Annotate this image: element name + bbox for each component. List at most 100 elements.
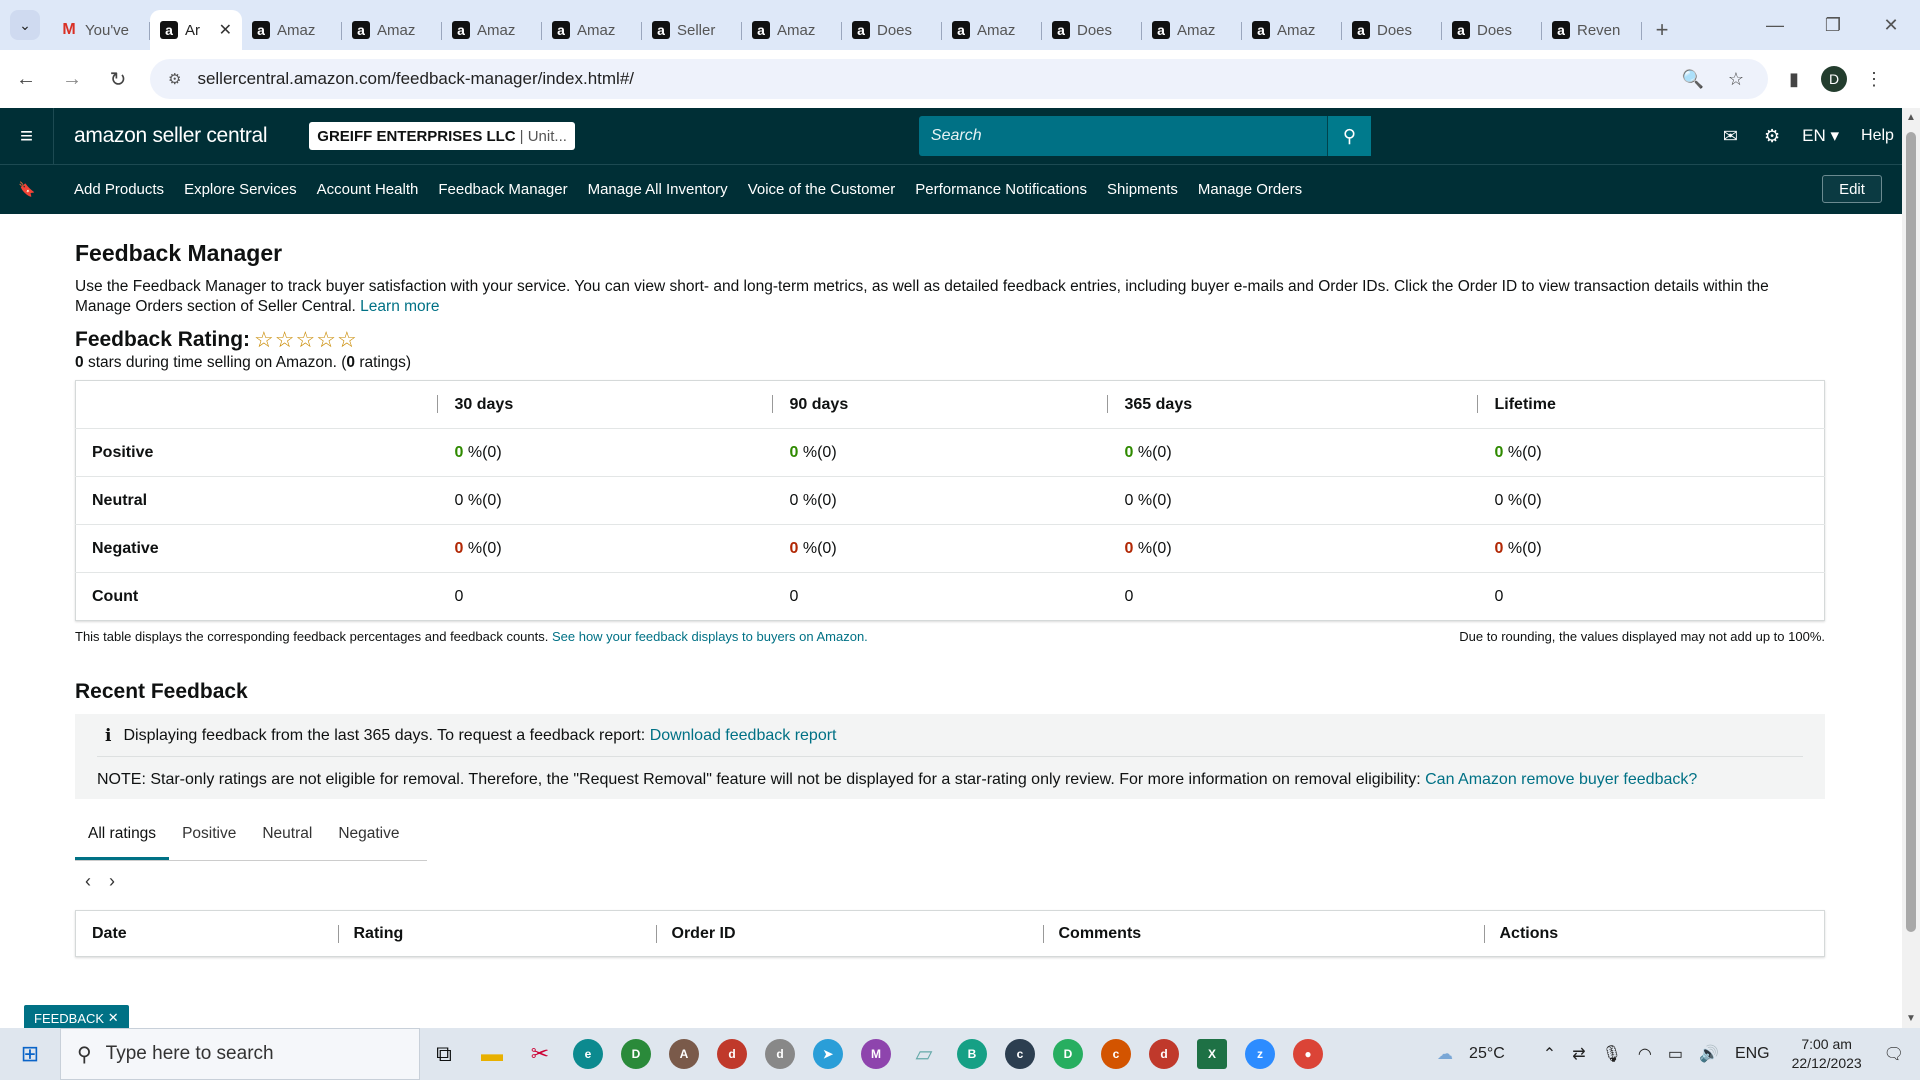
rating-tab[interactable]: All ratings bbox=[75, 825, 170, 860]
browser-tab[interactable]: a Amaz bbox=[1142, 10, 1242, 50]
browser-tab[interactable]: a Does bbox=[1442, 10, 1542, 50]
battery-icon[interactable]: ▭ bbox=[1668, 1044, 1683, 1064]
rating-tab[interactable]: Negative bbox=[325, 825, 412, 860]
menu-icon[interactable]: ⋮ bbox=[1854, 59, 1894, 99]
volume-icon[interactable]: 🔊 bbox=[1699, 1044, 1719, 1064]
close-tab-icon[interactable]: ✕ bbox=[219, 20, 232, 40]
search-input[interactable]: Search bbox=[918, 116, 1327, 156]
close-window-icon[interactable]: ✕ bbox=[1862, 0, 1920, 50]
chrome-profile-icon[interactable]: c bbox=[996, 1028, 1044, 1080]
side-panel-icon[interactable]: ▮ bbox=[1774, 59, 1814, 99]
nav-link[interactable]: Manage Orders bbox=[1198, 181, 1302, 198]
tab-search-button[interactable]: ⌄ bbox=[0, 0, 50, 50]
browser-tab[interactable]: a Amaz bbox=[342, 10, 442, 50]
nav-link[interactable]: Add Products bbox=[74, 181, 164, 198]
chrome-profile-icon[interactable]: M bbox=[852, 1028, 900, 1080]
chrome-profile-icon[interactable]: B bbox=[948, 1028, 996, 1080]
chrome-profile-icon[interactable]: A bbox=[660, 1028, 708, 1080]
close-icon[interactable]: ✕ bbox=[108, 1010, 119, 1026]
help-link[interactable]: Help bbox=[1861, 127, 1894, 145]
chrome-profile-icon[interactable]: d bbox=[708, 1028, 756, 1080]
chrome-icon[interactable]: ● bbox=[1284, 1028, 1332, 1080]
settings-gear-icon[interactable]: ⚙ bbox=[1764, 126, 1780, 147]
browser-tab[interactable]: M You've bbox=[50, 10, 150, 50]
chrome-profile-icon[interactable]: D bbox=[1044, 1028, 1092, 1080]
scroll-down-icon[interactable]: ▼ bbox=[1906, 1013, 1916, 1024]
weather-cloud-icon[interactable]: ☁ bbox=[1437, 1044, 1453, 1064]
learn-more-link[interactable]: Learn more bbox=[360, 298, 439, 315]
nav-link[interactable]: Explore Services bbox=[184, 181, 297, 198]
weather-temp[interactable]: 25°C bbox=[1469, 1045, 1505, 1063]
taskbar-search-input[interactable]: ⚲ Type here to search bbox=[60, 1028, 420, 1080]
browser-tab[interactable]: a Does bbox=[1342, 10, 1442, 50]
chevron-left-icon[interactable]: ‹ bbox=[85, 871, 91, 892]
excel-icon[interactable]: X bbox=[1188, 1028, 1236, 1080]
page-scrollbar[interactable]: ▲ ▼ bbox=[1902, 108, 1920, 1028]
site-info-icon[interactable]: ⚙ bbox=[168, 70, 181, 88]
profile-button[interactable]: D bbox=[1814, 59, 1854, 99]
forward-icon[interactable]: → bbox=[52, 59, 92, 99]
bookmark-icon[interactable]: 🔖 bbox=[0, 181, 54, 198]
scroll-up-icon[interactable]: ▲ bbox=[1906, 112, 1916, 123]
browser-tab[interactable]: a Seller bbox=[642, 10, 742, 50]
chevron-up-icon[interactable]: ⌃ bbox=[1543, 1044, 1556, 1064]
input-language[interactable]: ENG bbox=[1735, 1045, 1770, 1063]
nav-link[interactable]: Voice of the Customer bbox=[748, 181, 896, 198]
hamburger-menu-icon[interactable]: ≡ bbox=[0, 108, 54, 164]
download-feedback-report-link[interactable]: Download feedback report bbox=[650, 727, 837, 745]
edit-nav-button[interactable]: Edit bbox=[1822, 175, 1882, 203]
bookmark-star-icon[interactable]: ☆ bbox=[1728, 69, 1744, 90]
new-tab-button[interactable]: + bbox=[1642, 10, 1682, 50]
browser-tab[interactable]: a Amaz bbox=[442, 10, 542, 50]
language-selector[interactable]: EN ▾ bbox=[1802, 126, 1839, 146]
zoom-icon[interactable]: 🔍 bbox=[1681, 69, 1703, 90]
windows-start-icon[interactable]: ⊞ bbox=[0, 1041, 60, 1067]
app-icon[interactable]: ▱ bbox=[900, 1028, 948, 1080]
url-bar[interactable]: ⚙ sellercentral.amazon.com/feedback-mana… bbox=[150, 59, 1768, 99]
browser-tab[interactable]: a Amaz bbox=[242, 10, 342, 50]
chrome-profile-icon[interactable]: c bbox=[1092, 1028, 1140, 1080]
browser-tab[interactable]: a Does bbox=[842, 10, 942, 50]
zoom-icon[interactable]: z bbox=[1236, 1028, 1284, 1080]
removal-eligibility-link[interactable]: Can Amazon remove buyer feedback? bbox=[1425, 771, 1697, 788]
back-icon[interactable]: ← bbox=[6, 59, 46, 99]
browser-tab[interactable]: a Amaz bbox=[942, 10, 1042, 50]
nav-link[interactable]: Account Health bbox=[317, 181, 419, 198]
snipping-tool-icon[interactable]: ✂ bbox=[516, 1028, 564, 1080]
browser-tab[interactable]: a Ar ✕ bbox=[150, 10, 242, 50]
clock[interactable]: 7:00 am 22/12/2023 bbox=[1792, 1035, 1862, 1073]
minimize-icon[interactable]: — bbox=[1746, 0, 1804, 50]
chrome-profile-icon[interactable]: D bbox=[612, 1028, 660, 1080]
mail-icon[interactable]: ✉ bbox=[1723, 126, 1738, 147]
mic-icon[interactable]: 🎙 bbox=[1602, 1044, 1622, 1064]
rating-tab[interactable]: Neutral bbox=[249, 825, 325, 860]
nav-link[interactable]: Manage All Inventory bbox=[588, 181, 728, 198]
rating-tab[interactable]: Positive bbox=[169, 825, 249, 860]
browser-tab[interactable]: a Reven bbox=[1542, 10, 1642, 50]
nav-link[interactable]: Feedback Manager bbox=[438, 181, 567, 198]
browser-tab[interactable]: a Amaz bbox=[742, 10, 842, 50]
search-button[interactable]: ⚲ bbox=[1326, 116, 1371, 156]
browser-tab[interactable]: a Amaz bbox=[1242, 10, 1342, 50]
reload-icon[interactable]: ↻ bbox=[98, 59, 138, 99]
chrome-profile-icon[interactable]: d bbox=[756, 1028, 804, 1080]
chrome-profile-icon[interactable]: d bbox=[1140, 1028, 1188, 1080]
browser-tab[interactable]: a Amaz bbox=[542, 10, 642, 50]
wifi-icon[interactable]: ◠ bbox=[1638, 1044, 1652, 1064]
notifications-icon[interactable]: 🗨 bbox=[1884, 1044, 1904, 1064]
telegram-icon[interactable]: ➤ bbox=[804, 1028, 852, 1080]
edge-icon[interactable]: e bbox=[564, 1028, 612, 1080]
see-feedback-display-link[interactable]: See how your feedback displays to buyers… bbox=[552, 629, 868, 644]
summary-percent: 0 bbox=[1494, 491, 1504, 509]
scrollbar-thumb[interactable] bbox=[1906, 132, 1916, 932]
restore-icon[interactable]: ❐ bbox=[1804, 0, 1862, 50]
file-explorer-icon[interactable]: ▬ bbox=[468, 1028, 516, 1080]
task-view-icon[interactable]: ⧉ bbox=[420, 1028, 468, 1080]
amazon-logo[interactable]: amazon seller central bbox=[74, 124, 268, 148]
chevron-right-icon[interactable]: › bbox=[109, 871, 115, 892]
network-icon[interactable]: ⇄ bbox=[1572, 1044, 1585, 1064]
browser-tab[interactable]: a Does bbox=[1042, 10, 1142, 50]
nav-link[interactable]: Shipments bbox=[1107, 181, 1178, 198]
account-switcher[interactable]: GREIFF ENTERPRISES LLC | Unit... bbox=[309, 122, 575, 150]
nav-link[interactable]: Performance Notifications bbox=[915, 181, 1087, 198]
